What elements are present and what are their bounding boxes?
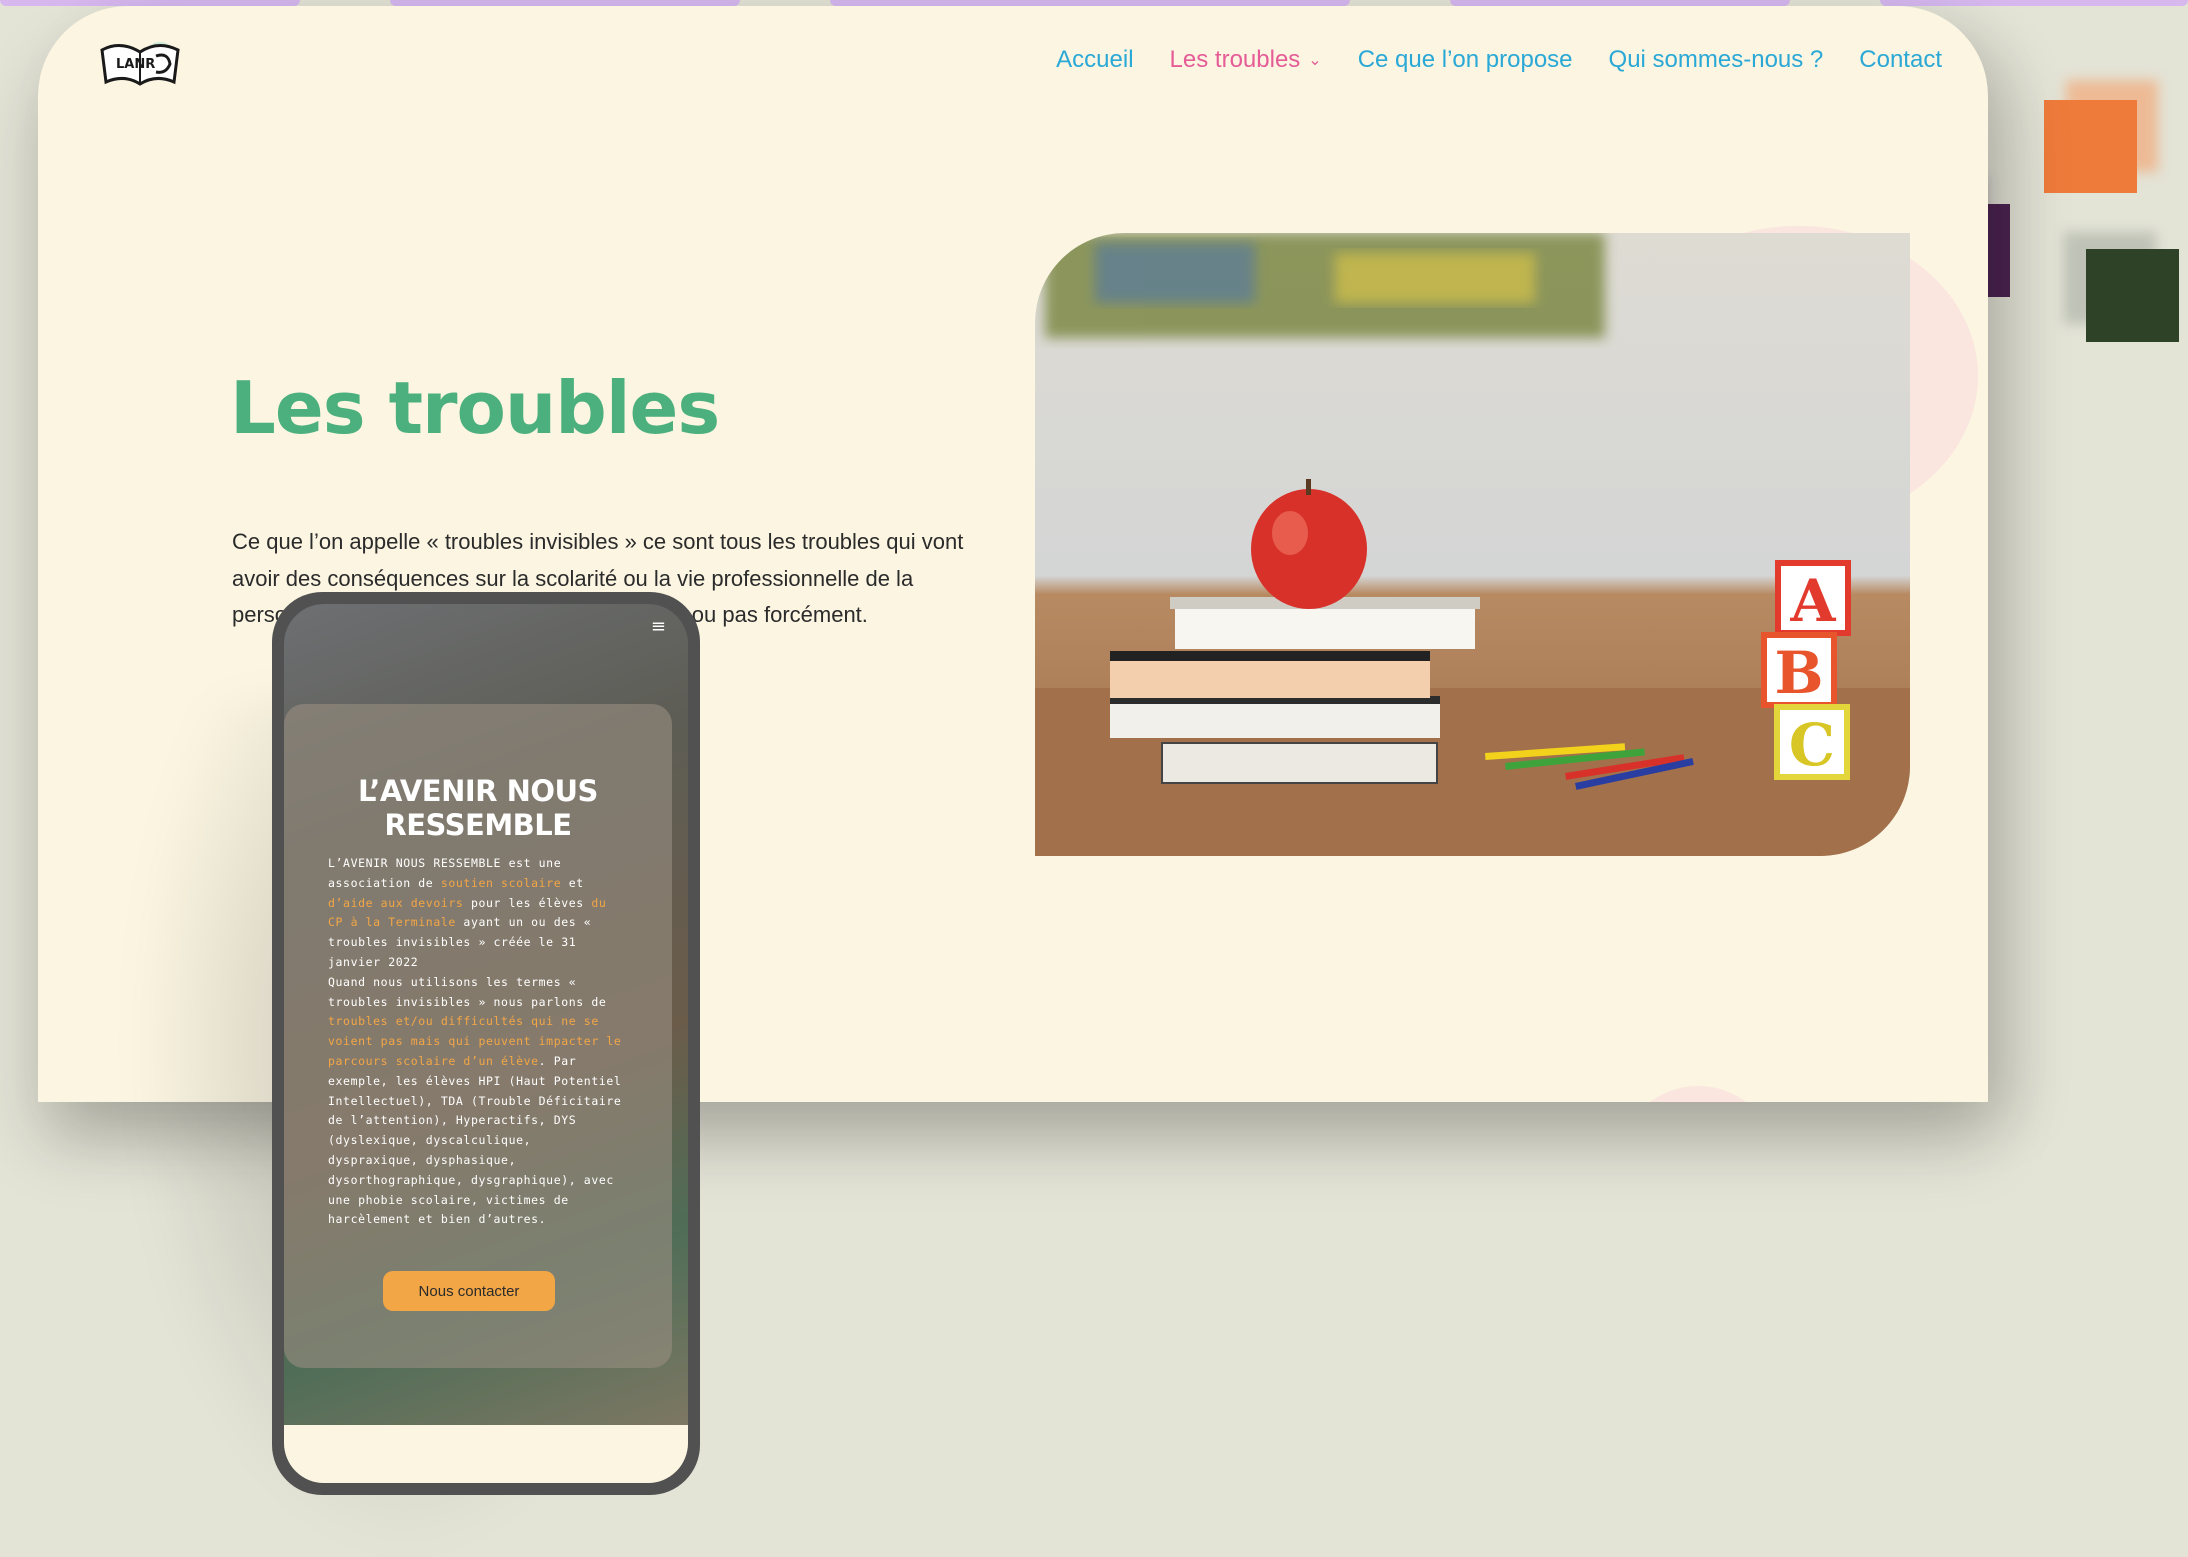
phone-text-part: pour les élèves	[463, 895, 592, 910]
open-book-icon: LANR	[100, 42, 180, 86]
phone-screen: ≡ L’AVENIR NOUS RESSEMBLE L’AVENIR NOUS …	[284, 604, 688, 1483]
nav-item-ce-que-lon-propose[interactable]: Ce que l’on propose	[1358, 46, 1573, 74]
deco-square-orange	[2044, 100, 2137, 193]
phone-text-highlight: soutien scolaire	[440, 875, 562, 890]
contact-button[interactable]: Nous contacter	[383, 1271, 555, 1311]
deco-square-green	[2086, 249, 2179, 342]
block-letter-b: B	[1774, 639, 1823, 707]
nav-item-qui-sommes-nous[interactable]: Qui sommes-nous ?	[1609, 46, 1824, 74]
hero-photo-apple-books: A B C	[1035, 233, 1910, 856]
phone-text-part: Quand nous utilisons les termes « troubl…	[328, 974, 607, 1009]
block-letter-c: C	[1789, 711, 1835, 779]
site-logo[interactable]: LANR	[98, 34, 184, 94]
block-letter-a: A	[1789, 567, 1836, 635]
deco-circle-pink-bottom	[1618, 1086, 1778, 1102]
nav-item-contact[interactable]: Contact	[1859, 46, 1942, 74]
chevron-down-icon: ⌄	[1308, 52, 1322, 69]
nav-item-label: Les troubles	[1169, 46, 1301, 73]
abc-blocks: A B C	[1761, 560, 1851, 780]
hamburger-menu-icon[interactable]: ≡	[651, 616, 666, 637]
phone-text-part: et	[561, 875, 584, 890]
phone-text-highlight: d’aide aux devoirs	[328, 895, 464, 910]
nav-item-les-troubles[interactable]: Les troubles ⌄	[1170, 46, 1322, 74]
phone-text-part: . Par exemple, les élèves HPI (Haut Pote…	[328, 1053, 622, 1227]
nav-item-label: Ce que l’on propose	[1357, 46, 1573, 73]
phone-description: L’AVENIR NOUS RESSEMBLE est une associat…	[328, 854, 628, 1230]
main-nav: Accueil Les troubles ⌄ Ce que l’on propos…	[1056, 46, 1942, 74]
nav-item-label: Contact	[1859, 46, 1942, 73]
page-title: Les troubles	[230, 366, 720, 450]
phone-title: L’AVENIR NOUS RESSEMBLE	[358, 774, 598, 842]
nav-item-label: Qui sommes-nous ?	[1608, 46, 1824, 73]
phone-text-highlight: troubles et/ou difficultés qui ne se voi…	[328, 1014, 622, 1068]
phone-mockup: ≡ L’AVENIR NOUS RESSEMBLE L’AVENIR NOUS …	[272, 592, 700, 1495]
nav-item-label: Accueil	[1056, 46, 1134, 73]
logo-text: LANR	[116, 57, 155, 72]
phone-bottom-bar	[284, 1425, 688, 1483]
nav-item-accueil[interactable]: Accueil	[1056, 46, 1133, 74]
